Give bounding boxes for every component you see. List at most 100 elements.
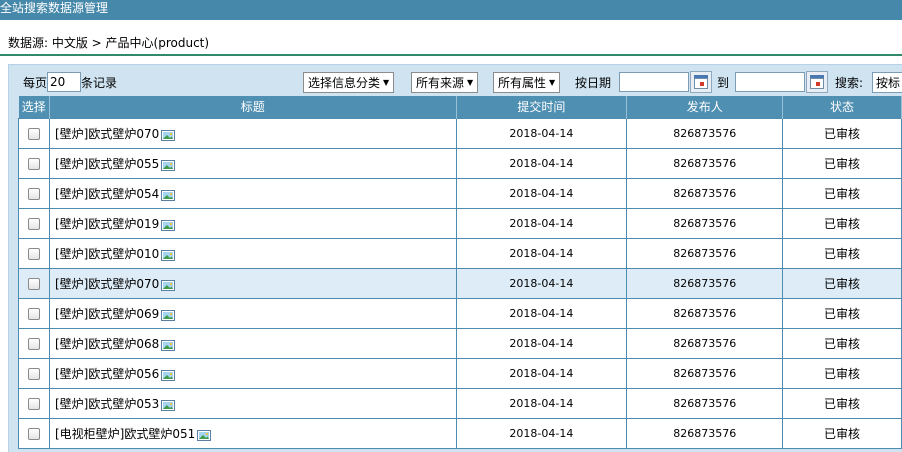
table-row[interactable]: [壁炉]欧式壁炉053 2018-04-14 826873576 已审核 [18, 387, 902, 419]
table-row[interactable]: [壁炉]欧式壁炉070 2018-04-14 826873576 已审核 [18, 267, 902, 299]
row-title-link[interactable]: [壁炉]欧式壁炉068 [55, 337, 159, 351]
row-submit-time: 2018-04-14 [455, 297, 628, 329]
row-publisher: 826873576 [626, 327, 784, 359]
table-row[interactable]: [壁炉]欧式壁炉069 2018-04-14 826873576 已审核 [18, 297, 902, 329]
calendar-icon[interactable] [690, 71, 712, 93]
row-submit-time: 2018-04-14 [455, 117, 628, 149]
row-checkbox[interactable] [27, 427, 40, 440]
row-checkbox[interactable] [27, 247, 40, 260]
row-title-link[interactable]: [壁炉]欧式壁炉053 [55, 397, 159, 411]
image-icon[interactable] [161, 249, 176, 261]
row-checkbox[interactable] [27, 277, 40, 290]
end-date-input[interactable] [735, 72, 805, 92]
row-status: 已审核 [782, 177, 902, 209]
row-title-link[interactable]: [电视柜壁炉]欧式壁炉051 [55, 427, 195, 441]
column-header-title[interactable]: 标题 [49, 96, 457, 118]
image-icon[interactable] [161, 339, 176, 351]
search-type-select[interactable]: 按标 [872, 71, 902, 93]
row-submit-time: 2018-04-14 [455, 357, 628, 389]
row-submit-time: 2018-04-14 [455, 207, 628, 239]
row-checkbox[interactable] [27, 187, 40, 200]
row-status: 已审核 [782, 327, 902, 359]
row-title-link[interactable]: [壁炉]欧式壁炉070 [55, 127, 159, 141]
table-row[interactable]: [壁炉]欧式壁炉019 2018-04-14 826873576 已审核 [18, 207, 902, 239]
calendar-icon[interactable] [806, 71, 828, 93]
toolbar: 每页 条记录 选择信息分类 ▼ 所有来源 ▼ 所有属性 ▼ 按日期 [23, 71, 902, 95]
row-title-link[interactable]: [壁炉]欧式壁炉056 [55, 367, 159, 381]
table-row[interactable]: [壁炉]欧式壁炉054 2018-04-14 826873576 已审核 [18, 177, 902, 209]
row-checkbox[interactable] [27, 397, 40, 410]
table-row[interactable]: [壁炉]欧式壁炉070 2018-04-14 826873576 已审核 [18, 117, 902, 149]
row-submit-time: 2018-04-14 [455, 387, 628, 419]
row-title-link[interactable]: [壁炉]欧式壁炉055 [55, 157, 159, 171]
row-checkbox[interactable] [27, 367, 40, 380]
row-publisher: 826873576 [626, 267, 784, 299]
row-title-link[interactable]: [壁炉]欧式壁炉019 [55, 217, 159, 231]
row-status: 已审核 [782, 417, 902, 449]
row-checkbox[interactable] [27, 217, 40, 230]
row-publisher: 826873576 [626, 237, 784, 269]
records-label: 条记录 [81, 75, 118, 90]
row-checkbox[interactable] [27, 337, 40, 350]
image-icon[interactable] [161, 189, 176, 201]
image-icon[interactable] [161, 129, 176, 141]
row-status: 已审核 [782, 237, 902, 269]
row-status: 已审核 [782, 147, 902, 179]
row-publisher: 826873576 [626, 117, 784, 149]
per-page-label: 每页 [23, 75, 48, 90]
image-icon[interactable] [161, 219, 176, 231]
row-status: 已审核 [782, 117, 902, 149]
image-icon[interactable] [161, 279, 176, 291]
row-submit-time: 2018-04-14 [455, 147, 628, 179]
column-header-submit-time[interactable]: 提交时间 [456, 96, 628, 118]
row-publisher: 826873576 [626, 357, 784, 389]
row-submit-time: 2018-04-14 [455, 267, 628, 299]
attribute-select-label: 所有属性 [498, 75, 547, 90]
start-date-input[interactable] [619, 72, 689, 92]
source-select[interactable]: 所有来源 ▼ [411, 71, 479, 93]
row-title-link[interactable]: [壁炉]欧式壁炉069 [55, 307, 159, 321]
image-icon[interactable] [197, 429, 212, 441]
table-row[interactable]: [电视柜壁炉]欧式壁炉051 2018-04-14 826873576 已审核 [18, 417, 902, 449]
row-checkbox[interactable] [27, 307, 40, 320]
attribute-select[interactable]: 所有属性 ▼ [493, 71, 561, 93]
column-header-publisher[interactable]: 发布人 [626, 96, 784, 118]
data-table: 选择 标题 提交时间 发布人 状态 [壁炉]欧式壁炉070 2018-04-14… [18, 96, 902, 449]
row-publisher: 826873576 [626, 147, 784, 179]
row-title-link[interactable]: [壁炉]欧式壁炉054 [55, 187, 159, 201]
source-select-label: 所有来源 [416, 75, 465, 90]
chevron-down-icon: ▼ [467, 77, 474, 87]
row-status: 已审核 [782, 297, 902, 329]
row-title-link[interactable]: [壁炉]欧式壁炉010 [55, 247, 159, 261]
row-submit-time: 2018-04-14 [455, 177, 628, 209]
image-icon[interactable] [161, 369, 176, 381]
row-checkbox[interactable] [27, 157, 40, 170]
window-title: 全站搜索数据源管理 [0, 0, 902, 20]
table-row[interactable]: [壁炉]欧式壁炉010 2018-04-14 826873576 已审核 [18, 237, 902, 269]
row-checkbox[interactable] [27, 127, 40, 140]
column-header-status[interactable]: 状态 [782, 96, 902, 118]
row-publisher: 826873576 [626, 297, 784, 329]
category-select[interactable]: 选择信息分类 ▼ [303, 71, 395, 93]
row-publisher: 826873576 [626, 387, 784, 419]
row-status: 已审核 [782, 207, 902, 239]
table-row[interactable]: [壁炉]欧式壁炉056 2018-04-14 826873576 已审核 [18, 357, 902, 389]
row-title-link[interactable]: [壁炉]欧式壁炉070 [55, 277, 159, 291]
chevron-down-icon: ▼ [383, 77, 390, 87]
category-select-label: 选择信息分类 [308, 75, 381, 90]
image-icon[interactable] [161, 399, 176, 411]
image-icon[interactable] [161, 159, 176, 171]
row-submit-time: 2018-04-14 [455, 327, 628, 359]
table-row[interactable]: [壁炉]欧式壁炉055 2018-04-14 826873576 已审核 [18, 147, 902, 179]
search-type-label: 按标 [876, 75, 901, 90]
divider [0, 54, 902, 56]
date-label: 按日期 [575, 75, 612, 90]
table-header-row: 选择 标题 提交时间 发布人 状态 [18, 96, 902, 118]
image-icon[interactable] [161, 309, 176, 321]
row-submit-time: 2018-04-14 [455, 417, 628, 449]
table-row[interactable]: [壁炉]欧式壁炉068 2018-04-14 826873576 已审核 [18, 327, 902, 359]
per-page-group: 每页 条记录 [23, 71, 117, 93]
row-publisher: 826873576 [626, 177, 784, 209]
per-page-input[interactable] [47, 72, 82, 92]
breadcrumb: 数据源: 中文版 > 产品中心(product) [8, 36, 210, 50]
